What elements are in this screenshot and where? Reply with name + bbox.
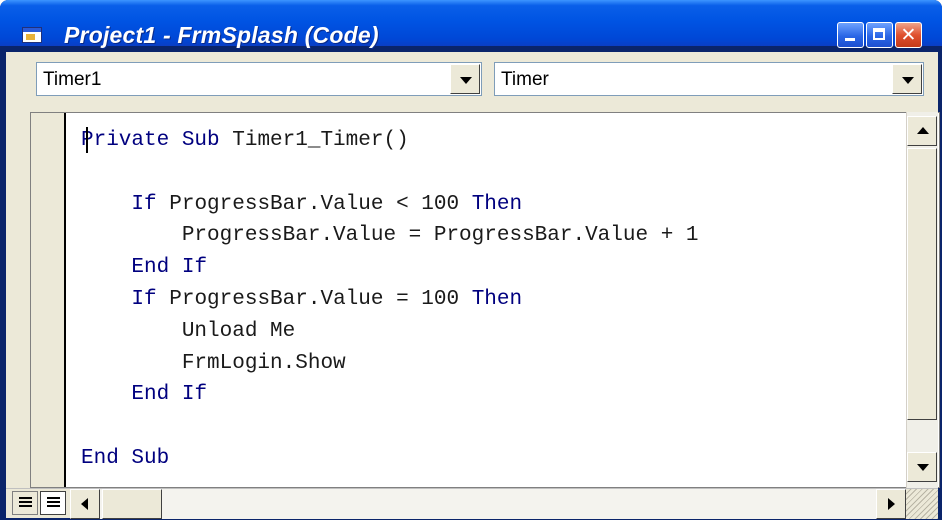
arrow-right-icon [888, 498, 895, 510]
arrow-up-icon [917, 127, 929, 134]
chevron-down-icon [460, 77, 472, 84]
title-bar[interactable]: Project1 - FrmSplash (Code) ✕ [0, 0, 942, 48]
editor-bottom-bar [6, 488, 938, 519]
code-line[interactable]: End If [81, 256, 207, 279]
window-title: Project1 - FrmSplash (Code) [64, 22, 379, 48]
close-icon: ✕ [900, 24, 917, 46]
vb-code-window-icon[interactable] [22, 27, 42, 43]
vertical-scroll-thumb[interactable] [907, 148, 937, 420]
procedure-dropdown-button[interactable] [892, 64, 922, 94]
code-line[interactable]: End If [81, 383, 207, 406]
horizontal-scroll-thumb[interactable] [102, 489, 162, 519]
code-keyword: End [131, 383, 170, 407]
code-keyword: End [131, 256, 170, 280]
code-line[interactable]: ProgressBar.Value = ProgressBar.Value + … [81, 224, 699, 247]
procedure-dropdown[interactable]: Timer [494, 62, 924, 96]
code-keyword: End [81, 446, 119, 470]
object-dropdown[interactable]: Timer1 [36, 62, 482, 96]
maximize-icon [873, 28, 885, 40]
procedure-view-icon [19, 497, 32, 509]
close-button[interactable]: ✕ [895, 22, 922, 48]
arrow-left-icon [81, 498, 88, 510]
text-cursor [86, 127, 88, 153]
scroll-right-button[interactable] [876, 489, 906, 519]
code-keyword: If [181, 383, 208, 407]
code-line[interactable]: End Sub [81, 447, 169, 470]
code-line[interactable]: Private Sub Timer1_Timer() [81, 129, 409, 152]
code-keyword: Then [471, 192, 523, 216]
code-line[interactable]: If ProgressBar.Value < 100 Then [81, 193, 522, 216]
vertical-scrollbar[interactable] [906, 112, 938, 488]
horizontal-scrollbar[interactable] [70, 489, 906, 519]
object-dropdown-value: Timer1 [43, 69, 102, 90]
code-keyword: If [131, 192, 157, 216]
full-module-view-button[interactable] [40, 491, 66, 515]
procedure-view-button[interactable] [12, 491, 38, 515]
code-keyword: Sub [181, 129, 220, 152]
arrow-down-icon [917, 464, 929, 471]
minimize-icon [845, 38, 855, 41]
procedure-dropdown-value: Timer [501, 69, 549, 90]
code-keyword: If [181, 256, 208, 280]
full-module-view-icon [47, 497, 60, 509]
code-keyword: Then [471, 287, 523, 311]
chevron-down-icon [902, 77, 914, 84]
code-panel: Timer1 Timer Private Sub Timer1_Timer() … [6, 52, 940, 519]
code-window: Project1 - FrmSplash (Code) ✕ Timer1 Tim… [0, 0, 942, 520]
minimize-button[interactable] [837, 22, 864, 48]
maximize-button[interactable] [866, 22, 893, 48]
code-line[interactable]: If ProgressBar.Value = 100 Then [81, 288, 522, 311]
code-keyword: Sub [131, 446, 170, 470]
code-editor[interactable]: Private Sub Timer1_Timer() If ProgressBa… [30, 112, 940, 488]
resize-grip[interactable] [906, 489, 938, 519]
code-keyword: Private [81, 129, 170, 152]
code-line[interactable]: Unload Me [81, 320, 295, 343]
scroll-left-button[interactable] [70, 489, 100, 519]
code-line[interactable]: FrmLogin.Show [81, 352, 346, 375]
code-text[interactable]: Private Sub Timer1_Timer() If ProgressBa… [81, 125, 699, 475]
code-keyword: If [131, 287, 157, 311]
object-dropdown-button[interactable] [450, 64, 480, 94]
scroll-down-button[interactable] [907, 452, 937, 482]
margin-indicator-bar[interactable] [31, 113, 66, 487]
scroll-up-button[interactable] [907, 116, 937, 146]
